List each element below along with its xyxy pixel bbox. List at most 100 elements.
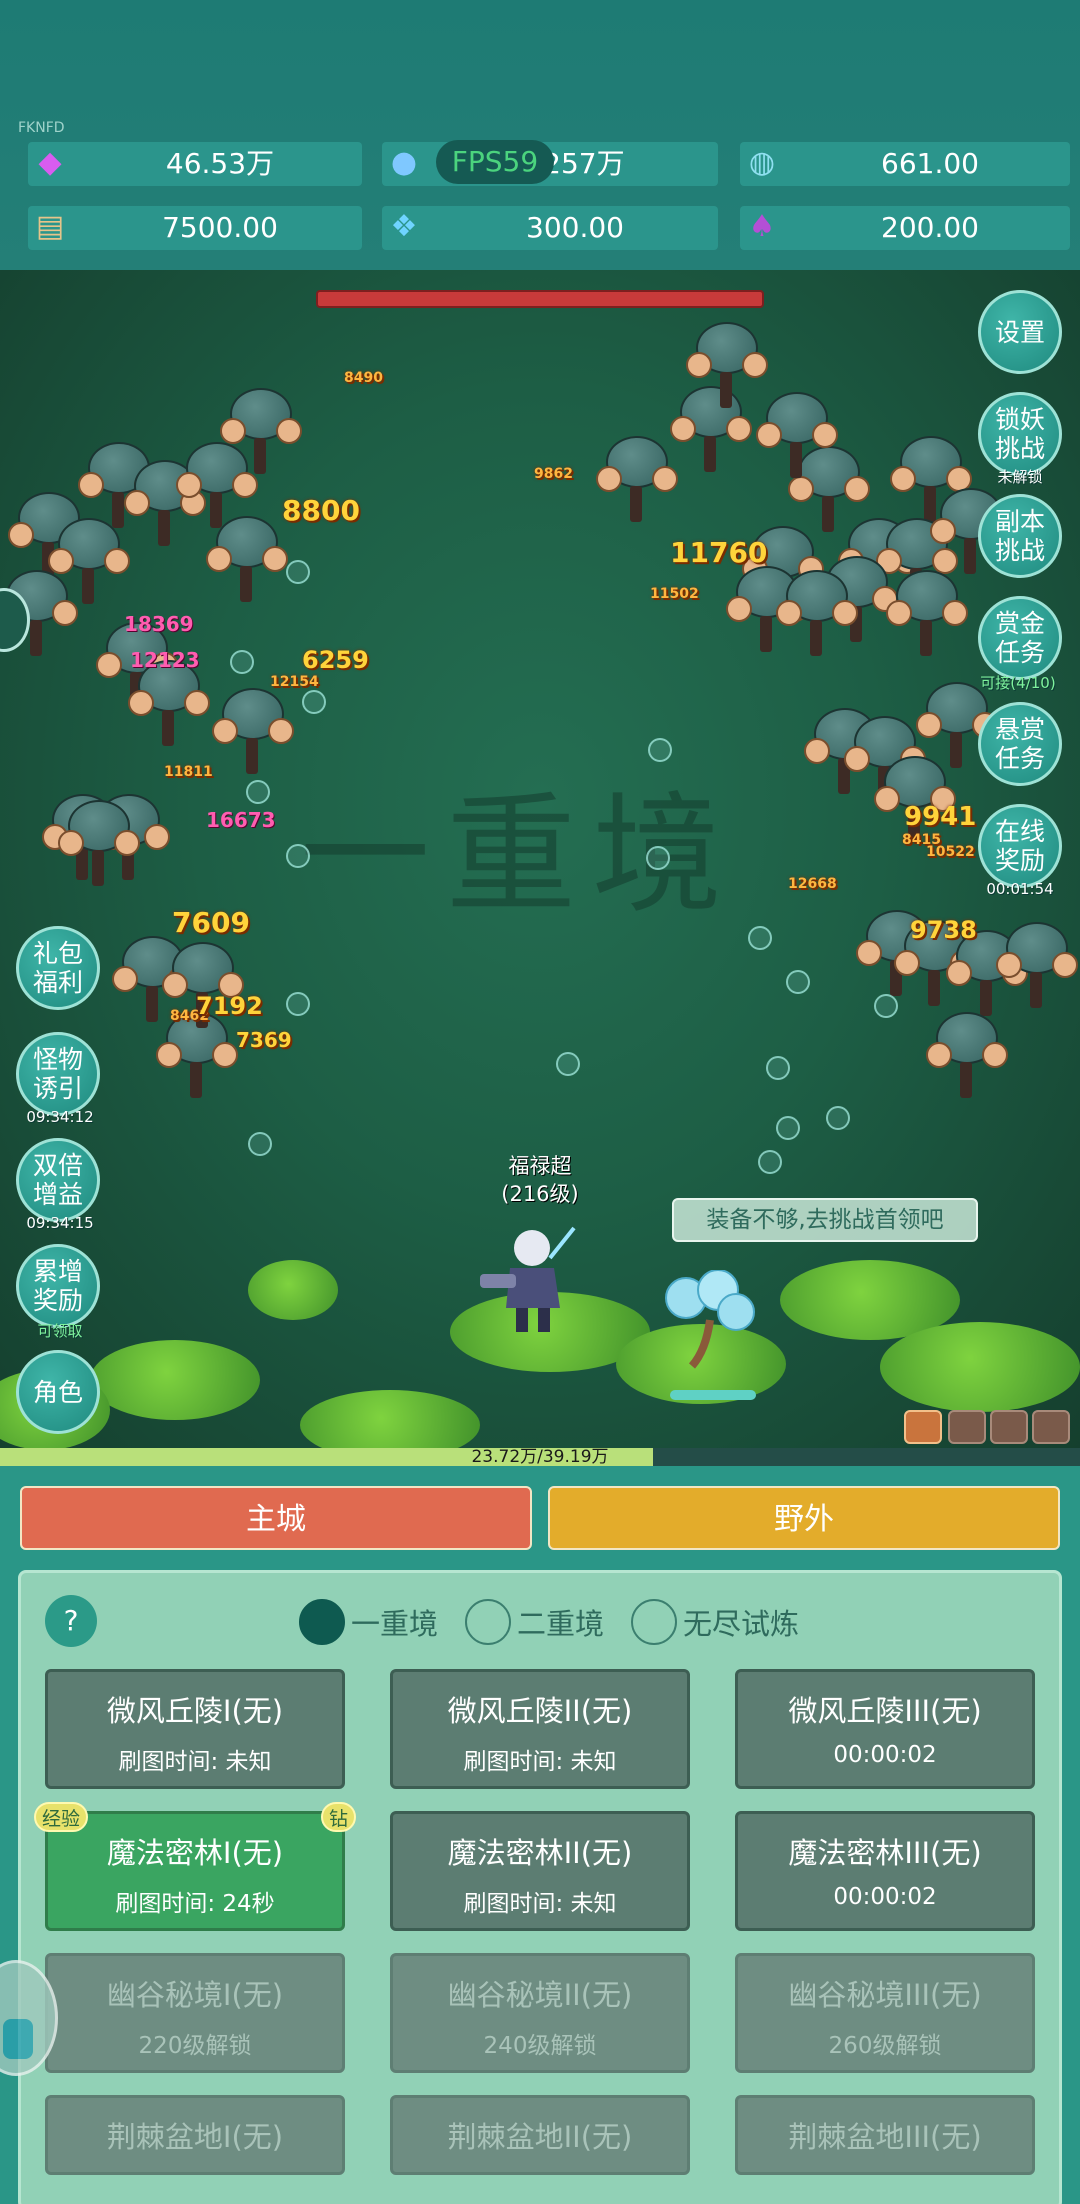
resource-scroll[interactable]: ▤ 7500.00	[28, 206, 362, 250]
skill-slot-1[interactable]	[904, 1410, 942, 1444]
cumulative-reward-button[interactable]: 累增奖励	[16, 1244, 100, 1328]
damage-number: 12123	[130, 648, 200, 672]
online-reward-button[interactable]: 在线奖励	[978, 804, 1062, 888]
damage-number: 11811	[164, 764, 213, 780]
map-card-subtitle: 刷图时间: 未知	[463, 1749, 617, 1775]
map-card-title: 魔法密林II(无)	[447, 1836, 633, 1870]
damage-number: 12154	[270, 674, 319, 690]
mushroom-tree-monster	[996, 922, 1078, 1010]
map-card-title: 幽谷秘境I(无)	[106, 1978, 284, 2012]
damage-number: 12668	[788, 876, 837, 892]
bubble	[246, 780, 270, 804]
hero-character[interactable]	[470, 1218, 580, 1338]
boss-hp-bar	[316, 290, 764, 308]
reward-task-button[interactable]: 悬赏任务	[978, 702, 1062, 786]
map-card: 荆棘盆地I(无) 280级解锁	[45, 2095, 345, 2175]
radio-unselected-icon	[465, 1599, 511, 1645]
realm-option-2[interactable]: 二重境	[465, 1597, 604, 1647]
skill-slot-4[interactable]	[1032, 1410, 1070, 1444]
bubble	[786, 970, 810, 994]
map-card[interactable]: 魔法密林II(无) 刷图时间: 未知	[390, 1811, 690, 1931]
map-card-subtitle: 260级解锁	[828, 2033, 942, 2059]
demon-tower-button[interactable]: 锁妖挑战	[978, 392, 1062, 476]
damage-number: 11760	[670, 536, 768, 569]
crystal-orb-icon: ●	[390, 144, 418, 180]
realm-option-1-label: 一重境	[351, 1607, 439, 1641]
resource-potion[interactable]: ♠ 200.00	[740, 206, 1070, 250]
hint-banner[interactable]: 装备不够,去挑战首领吧	[672, 1198, 978, 1242]
map-card-subtitle: 刷图时间: 未知	[463, 1891, 617, 1917]
mushroom-tree-monster	[212, 688, 294, 776]
bubble	[286, 992, 310, 1016]
map-card-title: 荆棘盆地III(无)	[788, 2120, 982, 2154]
bubble	[248, 1132, 272, 1156]
double-boost-button[interactable]: 双倍增益	[16, 1138, 100, 1222]
bubble	[766, 1056, 790, 1080]
mushroom-tree-monster	[926, 1012, 1008, 1100]
resource-planet[interactable]: ◍ 661.00	[740, 142, 1070, 186]
bounty-task-button[interactable]: 赏金任务	[978, 596, 1062, 680]
gift-pack-label: 礼包福利	[32, 939, 83, 997]
bounty-task-label: 赏金任务	[994, 609, 1045, 667]
map-card-subtitle: 240级解锁	[483, 2033, 597, 2059]
map-card-title: 魔法密林I(无)	[106, 1836, 284, 1870]
realm-option-1[interactable]: 一重境	[299, 1597, 438, 1647]
resource-ice-crystal[interactable]: ❖ 300.00	[382, 206, 718, 250]
damage-number: 11502	[650, 586, 699, 602]
player-name: 福禄超 (216级)	[500, 1152, 580, 1208]
gift-pack-button[interactable]: 礼包福利	[16, 926, 100, 1010]
character-button[interactable]: 角色	[16, 1350, 100, 1434]
radio-selected-icon	[299, 1599, 345, 1645]
pet-hp-bar	[670, 1390, 756, 1400]
mushroom-tree-monster	[128, 660, 210, 748]
radio-unselected-icon	[631, 1599, 677, 1645]
map-card: 荆棘盆地II(无) 300级解锁	[390, 2095, 690, 2175]
map-card-title: 微风丘陵I(无)	[106, 1694, 284, 1728]
player-name-text: 福禄超	[508, 1154, 572, 1178]
bush	[300, 1390, 480, 1448]
monster-lure-button[interactable]: 怪物诱引	[16, 1032, 100, 1116]
map-card-subtitle: 220级解锁	[138, 2033, 252, 2059]
skill-slot-3[interactable]	[990, 1410, 1028, 1444]
dungeon-button[interactable]: 副本挑战	[978, 494, 1062, 578]
map-card-subtitle: 刷图时间: 24秒	[115, 1891, 275, 1917]
map-card-subtitle: 320级解锁	[738, 2168, 1032, 2172]
bubble	[648, 738, 672, 762]
realm-option-3[interactable]: 无尽试炼	[631, 1597, 799, 1647]
bottom-panel: 主城 野外 ? 一重境 二重境 无尽试炼 微风丘陵I(无) 刷图时间: 未知 微风丘…	[0, 1466, 1080, 2204]
exp-text: 23.72万/39.19万	[471, 1447, 609, 1467]
main-city-button[interactable]: 主城	[20, 1486, 532, 1550]
bubble	[776, 1116, 800, 1140]
stage-watermark: 一重境	[300, 779, 739, 931]
planet-icon: ◍	[748, 144, 776, 180]
bubble	[758, 1150, 782, 1174]
damage-number: 10522	[926, 844, 975, 860]
wild-button[interactable]: 野外	[548, 1486, 1060, 1550]
bubble	[874, 994, 898, 1018]
resource-scroll-value: 7500.00	[162, 211, 278, 244]
map-card-title: 微风丘陵III(无)	[788, 1694, 982, 1728]
battle-scene[interactable]: 一重境 8490 9862 8800 11760 11502 18369 121…	[0, 270, 1080, 1448]
map-card[interactable]: 微风丘陵II(无) 刷图时间: 未知	[390, 1669, 690, 1789]
double-boost-label: 双倍增益	[32, 1151, 83, 1209]
map-card[interactable]: 微风丘陵III(无) 00:00:02	[735, 1669, 1035, 1789]
map-card[interactable]: 微风丘陵I(无) 刷图时间: 未知	[45, 1669, 345, 1789]
help-button[interactable]: ?	[45, 1595, 97, 1647]
settings-button[interactable]: 设置	[978, 290, 1062, 374]
damage-number: 8800	[282, 494, 360, 527]
bubble	[826, 1106, 850, 1130]
resource-planet-value: 661.00	[881, 147, 979, 180]
mushroom-tree-monster	[776, 570, 858, 658]
bubble	[556, 1052, 580, 1076]
player-level: (216级)	[501, 1182, 579, 1206]
map-card[interactable]: 魔法密林III(无) 00:00:02	[735, 1811, 1035, 1931]
fps-counter: FPS59	[436, 140, 554, 184]
mushroom-tree-monster	[886, 570, 968, 658]
map-select-panel: ? 一重境 二重境 无尽试炼 微风丘陵I(无) 刷图时间: 未知 微风丘陵II(无)…	[18, 1570, 1062, 2204]
skill-slot-2[interactable]	[948, 1410, 986, 1444]
realm-option-2-label: 二重境	[517, 1607, 605, 1641]
resource-bar: FKNFD ◆ 46.53万 ● 1257万 ◍ 661.00 ▤ 7500.0…	[0, 0, 1080, 270]
resource-diamond[interactable]: ◆ 46.53万	[28, 142, 362, 186]
map-card[interactable]: 魔法密林I(无) 刷图时间: 24秒 经验 钻	[34, 1802, 356, 1931]
map-card-title: 荆棘盆地I(无)	[106, 2120, 284, 2154]
